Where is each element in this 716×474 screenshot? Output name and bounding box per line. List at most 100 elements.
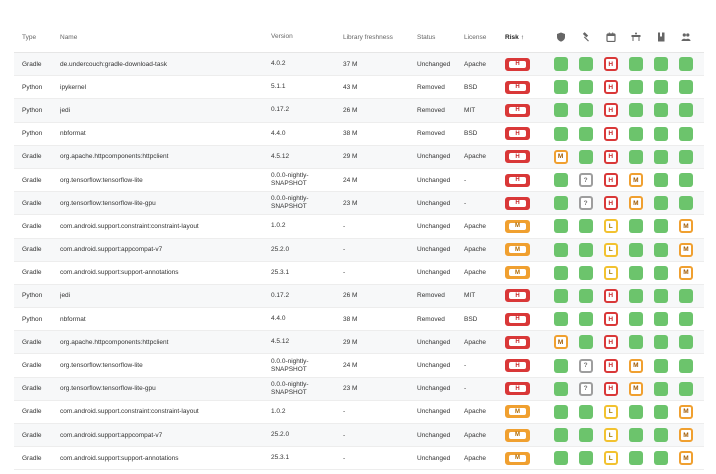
status-ok-indicator[interactable]: [578, 428, 593, 443]
header-type[interactable]: Type: [14, 34, 60, 41]
risk-badge[interactable]: H: [505, 57, 530, 71]
table-row[interactable]: Python nbformat 4.4.0 38 M Removed BSD H H: [14, 123, 704, 146]
status-badge[interactable]: M: [553, 335, 568, 350]
status-badge[interactable]: M: [679, 219, 694, 234]
status-ok-indicator[interactable]: [578, 242, 593, 257]
status-ok-indicator[interactable]: [578, 57, 593, 72]
status-ok-indicator[interactable]: [553, 173, 568, 188]
status-ok-indicator[interactable]: [628, 265, 643, 280]
status-ok-indicator[interactable]: [553, 219, 568, 234]
risk-badge[interactable]: M: [505, 266, 530, 280]
header-name[interactable]: Name: [60, 34, 271, 41]
table-row[interactable]: Gradle com.android.support:support-annota…: [14, 447, 704, 471]
risk-badge[interactable]: H: [505, 196, 530, 210]
status-ok-indicator[interactable]: [679, 57, 694, 72]
status-ok-indicator[interactable]: [653, 196, 668, 211]
table-row[interactable]: Gradle org.apache.httpcomponents:httpclie…: [14, 331, 704, 355]
status-ok-indicator[interactable]: [679, 103, 694, 118]
status-ok-indicator[interactable]: [628, 288, 643, 303]
table-row[interactable]: Gradle org.tensorflow:tensorflow-lite 0.0.…: [14, 169, 704, 193]
status-ok-indicator[interactable]: [553, 358, 568, 373]
risk-badge[interactable]: H: [505, 289, 530, 303]
status-ok-indicator[interactable]: [553, 288, 568, 303]
table-row[interactable]: Gradle com.android.support.constraint:con…: [14, 401, 704, 424]
table-row[interactable]: Gradle org.tensorflow:tensorflow-lite 0.0.…: [14, 354, 704, 378]
status-ok-indicator[interactable]: [578, 265, 593, 280]
status-ok-indicator[interactable]: [653, 126, 668, 141]
risk-badge[interactable]: H: [505, 335, 530, 349]
status-ok-indicator[interactable]: [628, 57, 643, 72]
status-ok-indicator[interactable]: [653, 451, 668, 466]
risk-badge[interactable]: H: [505, 127, 530, 141]
status-ok-indicator[interactable]: [553, 103, 568, 118]
status-ok-indicator[interactable]: [653, 149, 668, 164]
status-ok-indicator[interactable]: [653, 219, 668, 234]
status-badge[interactable]: L: [603, 428, 618, 443]
status-ok-indicator[interactable]: [653, 335, 668, 350]
status-ok-indicator[interactable]: [628, 312, 643, 327]
status-badge[interactable]: ?: [578, 196, 593, 211]
people-icon[interactable]: [673, 32, 698, 42]
status-ok-indicator[interactable]: [653, 242, 668, 257]
table-row[interactable]: Python jedi 0.17.2 26 M Removed MIT H H: [14, 284, 704, 309]
status-badge[interactable]: M: [628, 196, 643, 211]
status-ok-indicator[interactable]: [679, 173, 694, 188]
status-ok-indicator[interactable]: [628, 335, 643, 350]
status-ok-indicator[interactable]: [628, 149, 643, 164]
table-row[interactable]: Gradle com.android.support.constraint:con…: [14, 215, 704, 239]
status-ok-indicator[interactable]: [578, 404, 593, 419]
status-badge[interactable]: M: [679, 451, 694, 466]
status-ok-indicator[interactable]: [553, 80, 568, 95]
gavel-icon[interactable]: [573, 32, 598, 42]
status-ok-indicator[interactable]: [553, 381, 568, 396]
status-ok-indicator[interactable]: [628, 404, 643, 419]
header-status[interactable]: Status: [417, 34, 464, 41]
status-badge[interactable]: H: [603, 381, 618, 396]
status-badge[interactable]: M: [679, 265, 694, 280]
table-row[interactable]: Python jedi 0.17.2 26 M Removed MIT H H: [14, 99, 704, 123]
status-ok-indicator[interactable]: [679, 358, 694, 373]
table-row[interactable]: Gradle org.apache.httpcomponents:httpclie…: [14, 145, 704, 169]
status-ok-indicator[interactable]: [628, 80, 643, 95]
risk-badge[interactable]: M: [505, 451, 530, 465]
status-badge[interactable]: H: [603, 312, 618, 327]
status-ok-indicator[interactable]: [553, 265, 568, 280]
status-ok-indicator[interactable]: [578, 312, 593, 327]
status-ok-indicator[interactable]: [553, 242, 568, 257]
status-ok-indicator[interactable]: [578, 288, 593, 303]
status-ok-indicator[interactable]: [628, 428, 643, 443]
header-license[interactable]: License: [464, 34, 505, 41]
status-ok-indicator[interactable]: [578, 219, 593, 234]
status-badge[interactable]: ?: [578, 358, 593, 373]
header-version[interactable]: Version: [271, 33, 343, 41]
status-ok-indicator[interactable]: [628, 219, 643, 234]
table-row[interactable]: Gradle de.undercouch:gradle-download-task…: [14, 53, 704, 77]
status-badge[interactable]: L: [603, 242, 618, 257]
status-badge[interactable]: H: [603, 196, 618, 211]
status-badge[interactable]: L: [603, 451, 618, 466]
status-ok-indicator[interactable]: [553, 428, 568, 443]
status-ok-indicator[interactable]: [553, 404, 568, 419]
header-freshness[interactable]: Library freshness: [343, 34, 417, 41]
status-ok-indicator[interactable]: [653, 288, 668, 303]
status-ok-indicator[interactable]: [578, 335, 593, 350]
status-ok-indicator[interactable]: [653, 80, 668, 95]
status-ok-indicator[interactable]: [553, 196, 568, 211]
status-ok-indicator[interactable]: [578, 103, 593, 118]
status-ok-indicator[interactable]: [553, 451, 568, 466]
status-ok-indicator[interactable]: [578, 451, 593, 466]
status-badge[interactable]: ?: [578, 173, 593, 188]
risk-badge[interactable]: H: [505, 173, 530, 187]
table-row[interactable]: Gradle org.tensorflow:tensorflow-lite-gpu…: [14, 192, 704, 216]
risk-badge[interactable]: H: [505, 312, 530, 326]
status-ok-indicator[interactable]: [679, 196, 694, 211]
status-badge[interactable]: H: [603, 358, 618, 373]
status-badge[interactable]: M: [553, 149, 568, 164]
status-badge[interactable]: M: [628, 381, 643, 396]
table-row[interactable]: Gradle org.tensorflow:tensorflow-lite-gpu…: [14, 377, 704, 401]
status-badge[interactable]: L: [603, 265, 618, 280]
status-ok-indicator[interactable]: [628, 126, 643, 141]
calendar-icon[interactable]: [598, 32, 623, 42]
risk-badge[interactable]: M: [505, 405, 530, 419]
status-ok-indicator[interactable]: [679, 335, 694, 350]
